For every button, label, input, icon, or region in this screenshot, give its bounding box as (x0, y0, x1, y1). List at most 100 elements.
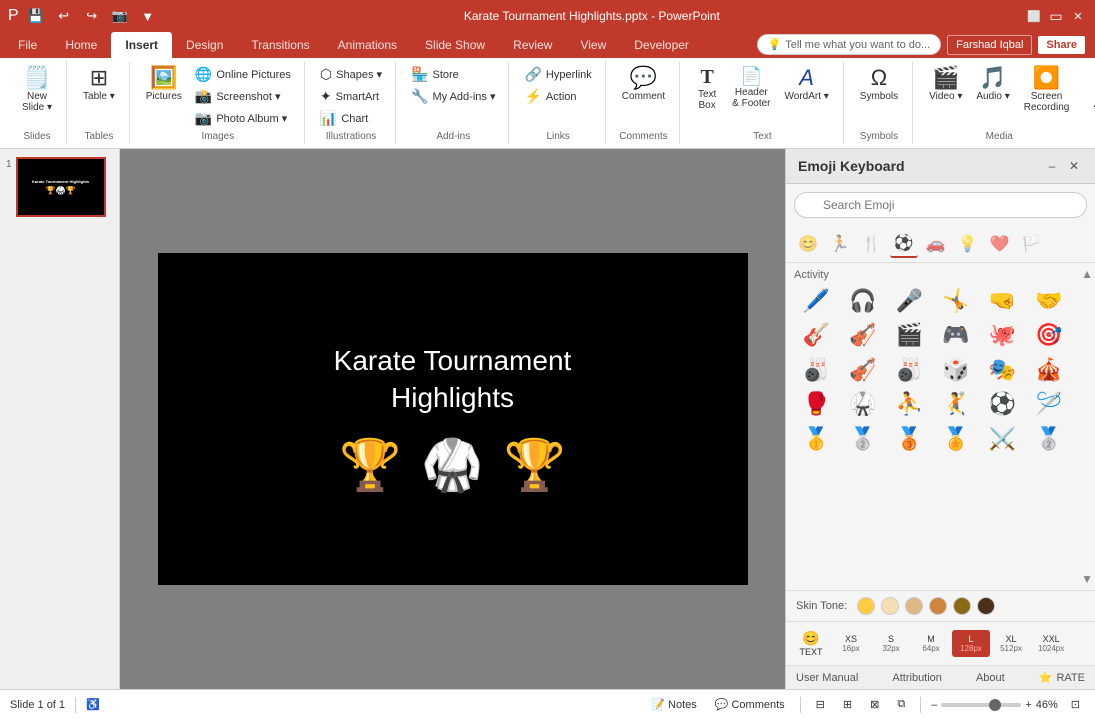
maximize-button[interactable]: ▭ (1047, 7, 1065, 25)
symbols-button[interactable]: Ω Symbols (854, 64, 904, 105)
zoom-level[interactable]: 46% (1036, 699, 1058, 711)
emoji-item[interactable]: 🤝 (1027, 285, 1072, 317)
emoji-item[interactable]: 🎻 (841, 319, 886, 351)
cat-symbols[interactable]: ❤️ (986, 231, 1014, 257)
comment-button[interactable]: 💬 Comment (616, 64, 671, 105)
tab-insert[interactable]: Insert (111, 32, 172, 58)
smartart-button[interactable]: ✦ SmartArt (315, 86, 387, 107)
emoji-item[interactable]: ⚽ (980, 388, 1025, 420)
minimize-button[interactable]: ⬜ (1025, 7, 1043, 25)
cat-objects[interactable]: 💡 (954, 231, 982, 257)
tab-transitions[interactable]: Transitions (237, 32, 323, 58)
tab-home[interactable]: Home (51, 32, 111, 58)
hyperlink-button[interactable]: 🔗 Hyperlink (519, 64, 596, 85)
chart-button[interactable]: 📊 Chart (315, 108, 387, 129)
emoji-item[interactable]: 🎯 (1027, 319, 1072, 351)
video-button[interactable]: 🎬 Video ▾ (923, 64, 968, 105)
textbox-button[interactable]: T TextBox (690, 64, 724, 114)
header-footer-button[interactable]: 📄 Header& Footer (726, 64, 776, 112)
size-xxl-button[interactable]: XXL 1024px (1032, 630, 1070, 657)
shapes-button[interactable]: ⬡ Shapes ▾ (315, 64, 387, 85)
skin-tone-light[interactable] (881, 597, 899, 615)
size-m-button[interactable]: M 64px (912, 630, 950, 657)
cat-flags[interactable]: 🏳️ (1017, 231, 1045, 257)
emoji-item[interactable]: 🖊️ (794, 285, 839, 317)
qat-save[interactable]: 💾 (25, 5, 47, 27)
emoji-panel-close[interactable]: ✕ (1065, 157, 1083, 175)
pictures-button[interactable]: 🖼️ Pictures (140, 64, 188, 105)
size-text-button[interactable]: 😊 TEXT (792, 626, 830, 661)
emoji-item[interactable]: 🎤 (887, 285, 932, 317)
rate-button[interactable]: ⭐ RATE (1039, 671, 1085, 684)
emoji-item[interactable]: 🎭 (980, 354, 1025, 386)
online-pictures-button[interactable]: 🌐 Online Pictures (190, 64, 296, 85)
size-xl-button[interactable]: XL 512px (992, 630, 1030, 657)
qat-undo[interactable]: ↩ (53, 5, 75, 27)
attribution-link[interactable]: Attribution (892, 672, 942, 684)
photo-album-button[interactable]: 📷 Photo Album ▾ (190, 108, 296, 129)
zoom-out-button[interactable]: – (931, 699, 937, 711)
store-button[interactable]: 🏪 Store (406, 64, 500, 85)
slide-thumbnail[interactable]: Karate Tournament Highlights 🏆🥋🏆 (16, 157, 106, 217)
cat-people[interactable]: 🏃 (826, 231, 854, 257)
emoji-item[interactable]: ⚔️ (980, 423, 1025, 455)
close-button[interactable]: ✕ (1069, 7, 1087, 25)
screen-recording-button[interactable]: ⏺️ ScreenRecording (1018, 64, 1076, 116)
about-link[interactable]: About (976, 672, 1005, 684)
zoom-slider[interactable] (941, 703, 1021, 707)
size-l-button[interactable]: L 128px (952, 630, 990, 657)
view-reading-button[interactable]: ⧉ (892, 696, 910, 713)
notes-button[interactable]: 📝 Notes (646, 696, 701, 713)
emoji-item[interactable]: 🎮 (934, 319, 979, 351)
cat-smileys[interactable]: 😊 (794, 231, 822, 257)
skin-tone-dark[interactable] (977, 597, 995, 615)
canvas-area[interactable]: Karate TournamentHighlights 🏆 🥋 🏆 (120, 149, 785, 689)
emoji-item[interactable]: 🪡 (1027, 388, 1072, 420)
emoji-item[interactable]: 🎳 (794, 354, 839, 386)
tab-slideshow[interactable]: Slide Show (411, 32, 499, 58)
emoji-item[interactable]: 🥋 (841, 388, 886, 420)
tab-file[interactable]: File (4, 32, 51, 58)
emoji-item[interactable]: 🤸 (934, 285, 979, 317)
user-manual-link[interactable]: User Manual (796, 672, 858, 684)
size-xs-button[interactable]: XS 16px (832, 630, 870, 657)
tell-me-input[interactable]: 💡 Tell me what you want to do... (757, 34, 942, 55)
share-button[interactable]: Share (1038, 36, 1085, 54)
scroll-up-button[interactable]: ▲ (1081, 267, 1093, 281)
emoji-item[interactable]: 🥉 (887, 423, 932, 455)
tab-design[interactable]: Design (172, 32, 237, 58)
cat-travel[interactable]: 🚗 (922, 231, 950, 257)
table-button[interactable]: ⊞ Table ▾ (77, 64, 121, 105)
cat-activity[interactable]: ⚽ (890, 230, 918, 258)
tab-animations[interactable]: Animations (324, 32, 411, 58)
zoom-in-button[interactable]: + (1025, 699, 1031, 711)
new-slide-button[interactable]: 🗒️ NewSlide ▾ (16, 64, 58, 116)
emoji-item[interactable]: 🎬 (887, 319, 932, 351)
qat-dropdown[interactable]: ▼ (137, 5, 159, 27)
emoji-item[interactable]: 🎻 (841, 354, 886, 386)
emoji-item[interactable]: 🤜 (980, 285, 1025, 317)
emoji-item[interactable]: 🎸 (794, 319, 839, 351)
emoji-item[interactable]: 🐙 (980, 319, 1025, 351)
emoji-search-input[interactable] (794, 192, 1087, 218)
tab-developer[interactable]: Developer (620, 32, 703, 58)
emoji-item[interactable]: 🎲 (934, 354, 979, 386)
emoji-item[interactable]: 🏅 (934, 423, 979, 455)
tab-view[interactable]: View (566, 32, 620, 58)
emoji-item[interactable]: 🥊 (794, 388, 839, 420)
emoji-scroll[interactable]: Activity 🖊️ 🎧 🎤 🤸 🤜 🤝 🎸 🎻 🎬 🎮 🐙 🎯 🎳 🎻 (786, 263, 1079, 590)
emoji-panel-minimize[interactable]: – (1043, 157, 1061, 175)
ribbon-collapse-button[interactable]: ▲ (1087, 62, 1095, 144)
view-normal-button[interactable]: ⊟ (811, 696, 830, 713)
emoji-item[interactable]: 🤾 (934, 388, 979, 420)
view-outline-button[interactable]: ⊞ (838, 696, 857, 713)
audio-button[interactable]: 🎵 Audio ▾ (970, 64, 1015, 105)
qat-screenshot[interactable]: 📷 (109, 5, 131, 27)
user-button[interactable]: Farshad Iqbal (947, 35, 1032, 55)
emoji-item[interactable]: 🥈 (841, 423, 886, 455)
emoji-item[interactable]: ⛹️ (887, 388, 932, 420)
my-addins-button[interactable]: 🔧 My Add-ins ▾ (406, 86, 500, 107)
screenshot-button[interactable]: 📸 Screenshot ▾ (190, 86, 296, 107)
scroll-down-button[interactable]: ▼ (1081, 572, 1093, 586)
emoji-item[interactable]: 🎳 (887, 354, 932, 386)
